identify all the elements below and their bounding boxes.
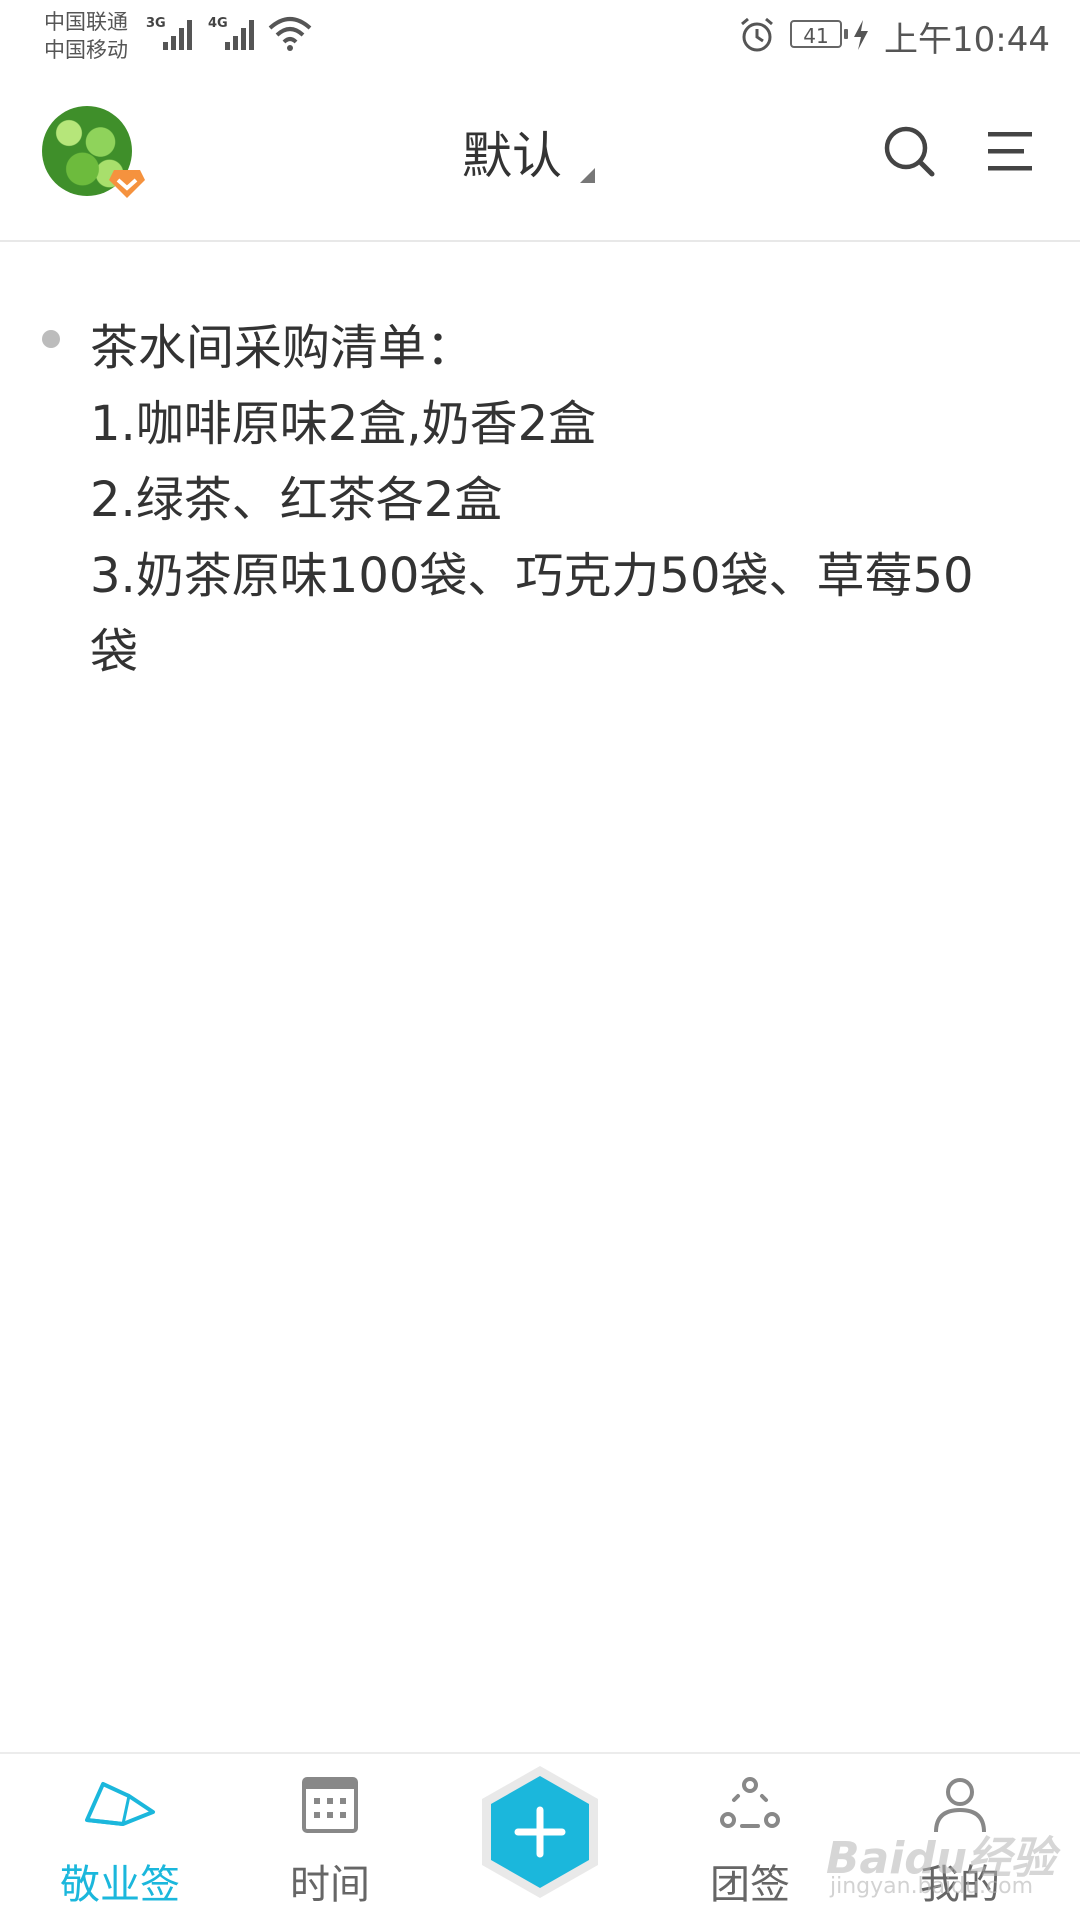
- note-line: 茶水间采购清单：: [90, 320, 475, 376]
- note-line: 3.奶茶原味100袋、巧克力50袋、草莓50袋: [90, 548, 974, 680]
- group-icon: [720, 1777, 780, 1828]
- carrier-labels: 中国联通 中国移动: [44, 8, 128, 64]
- tab-jingyeqian[interactable]: 敬业签: [40, 1754, 200, 1922]
- search-icon[interactable]: [882, 124, 936, 178]
- tab-time[interactable]: 时间: [250, 1754, 410, 1922]
- app-header: 默认: [0, 74, 1080, 242]
- carrier-1: 中国联通: [44, 10, 128, 34]
- watermark-url: jingyan.baidu.com: [830, 1874, 1034, 1899]
- note-bullet: [42, 330, 60, 348]
- note-line: 2.绿茶、红茶各2盒: [90, 472, 503, 528]
- add-note-button[interactable]: [478, 1762, 602, 1902]
- note-line: 1.咖啡原味2盒,奶香2盒: [90, 396, 597, 452]
- category-dropdown-icon[interactable]: [580, 168, 595, 183]
- battery-indicator: 41: [790, 20, 848, 48]
- tab-label: 团签: [710, 1862, 790, 1908]
- category-title[interactable]: 默认: [462, 116, 562, 188]
- status-clock: 上午10:44: [884, 20, 1050, 60]
- calendar-icon: [302, 1777, 358, 1833]
- menu-icon[interactable]: [986, 130, 1034, 174]
- tab-label: 敬业签: [60, 1862, 180, 1908]
- note-text[interactable]: 茶水间采购清单： 1.咖啡原味2盒,奶香2盒 2.绿茶、红茶各2盒 3.奶茶原味…: [90, 310, 1020, 690]
- tab-team[interactable]: 团签: [670, 1754, 830, 1922]
- carrier-2: 中国移动: [44, 38, 128, 62]
- status-bar: 中国联通 中国移动 3G 4G 41 上午10:44: [0, 0, 1080, 74]
- vip-badge-icon: [109, 170, 145, 198]
- home-note-icon: [85, 1782, 155, 1826]
- alarm-icon: [741, 17, 773, 52]
- tab-label: 时间: [290, 1862, 370, 1908]
- wifi-icon: [268, 17, 312, 51]
- charging-icon: [854, 20, 868, 50]
